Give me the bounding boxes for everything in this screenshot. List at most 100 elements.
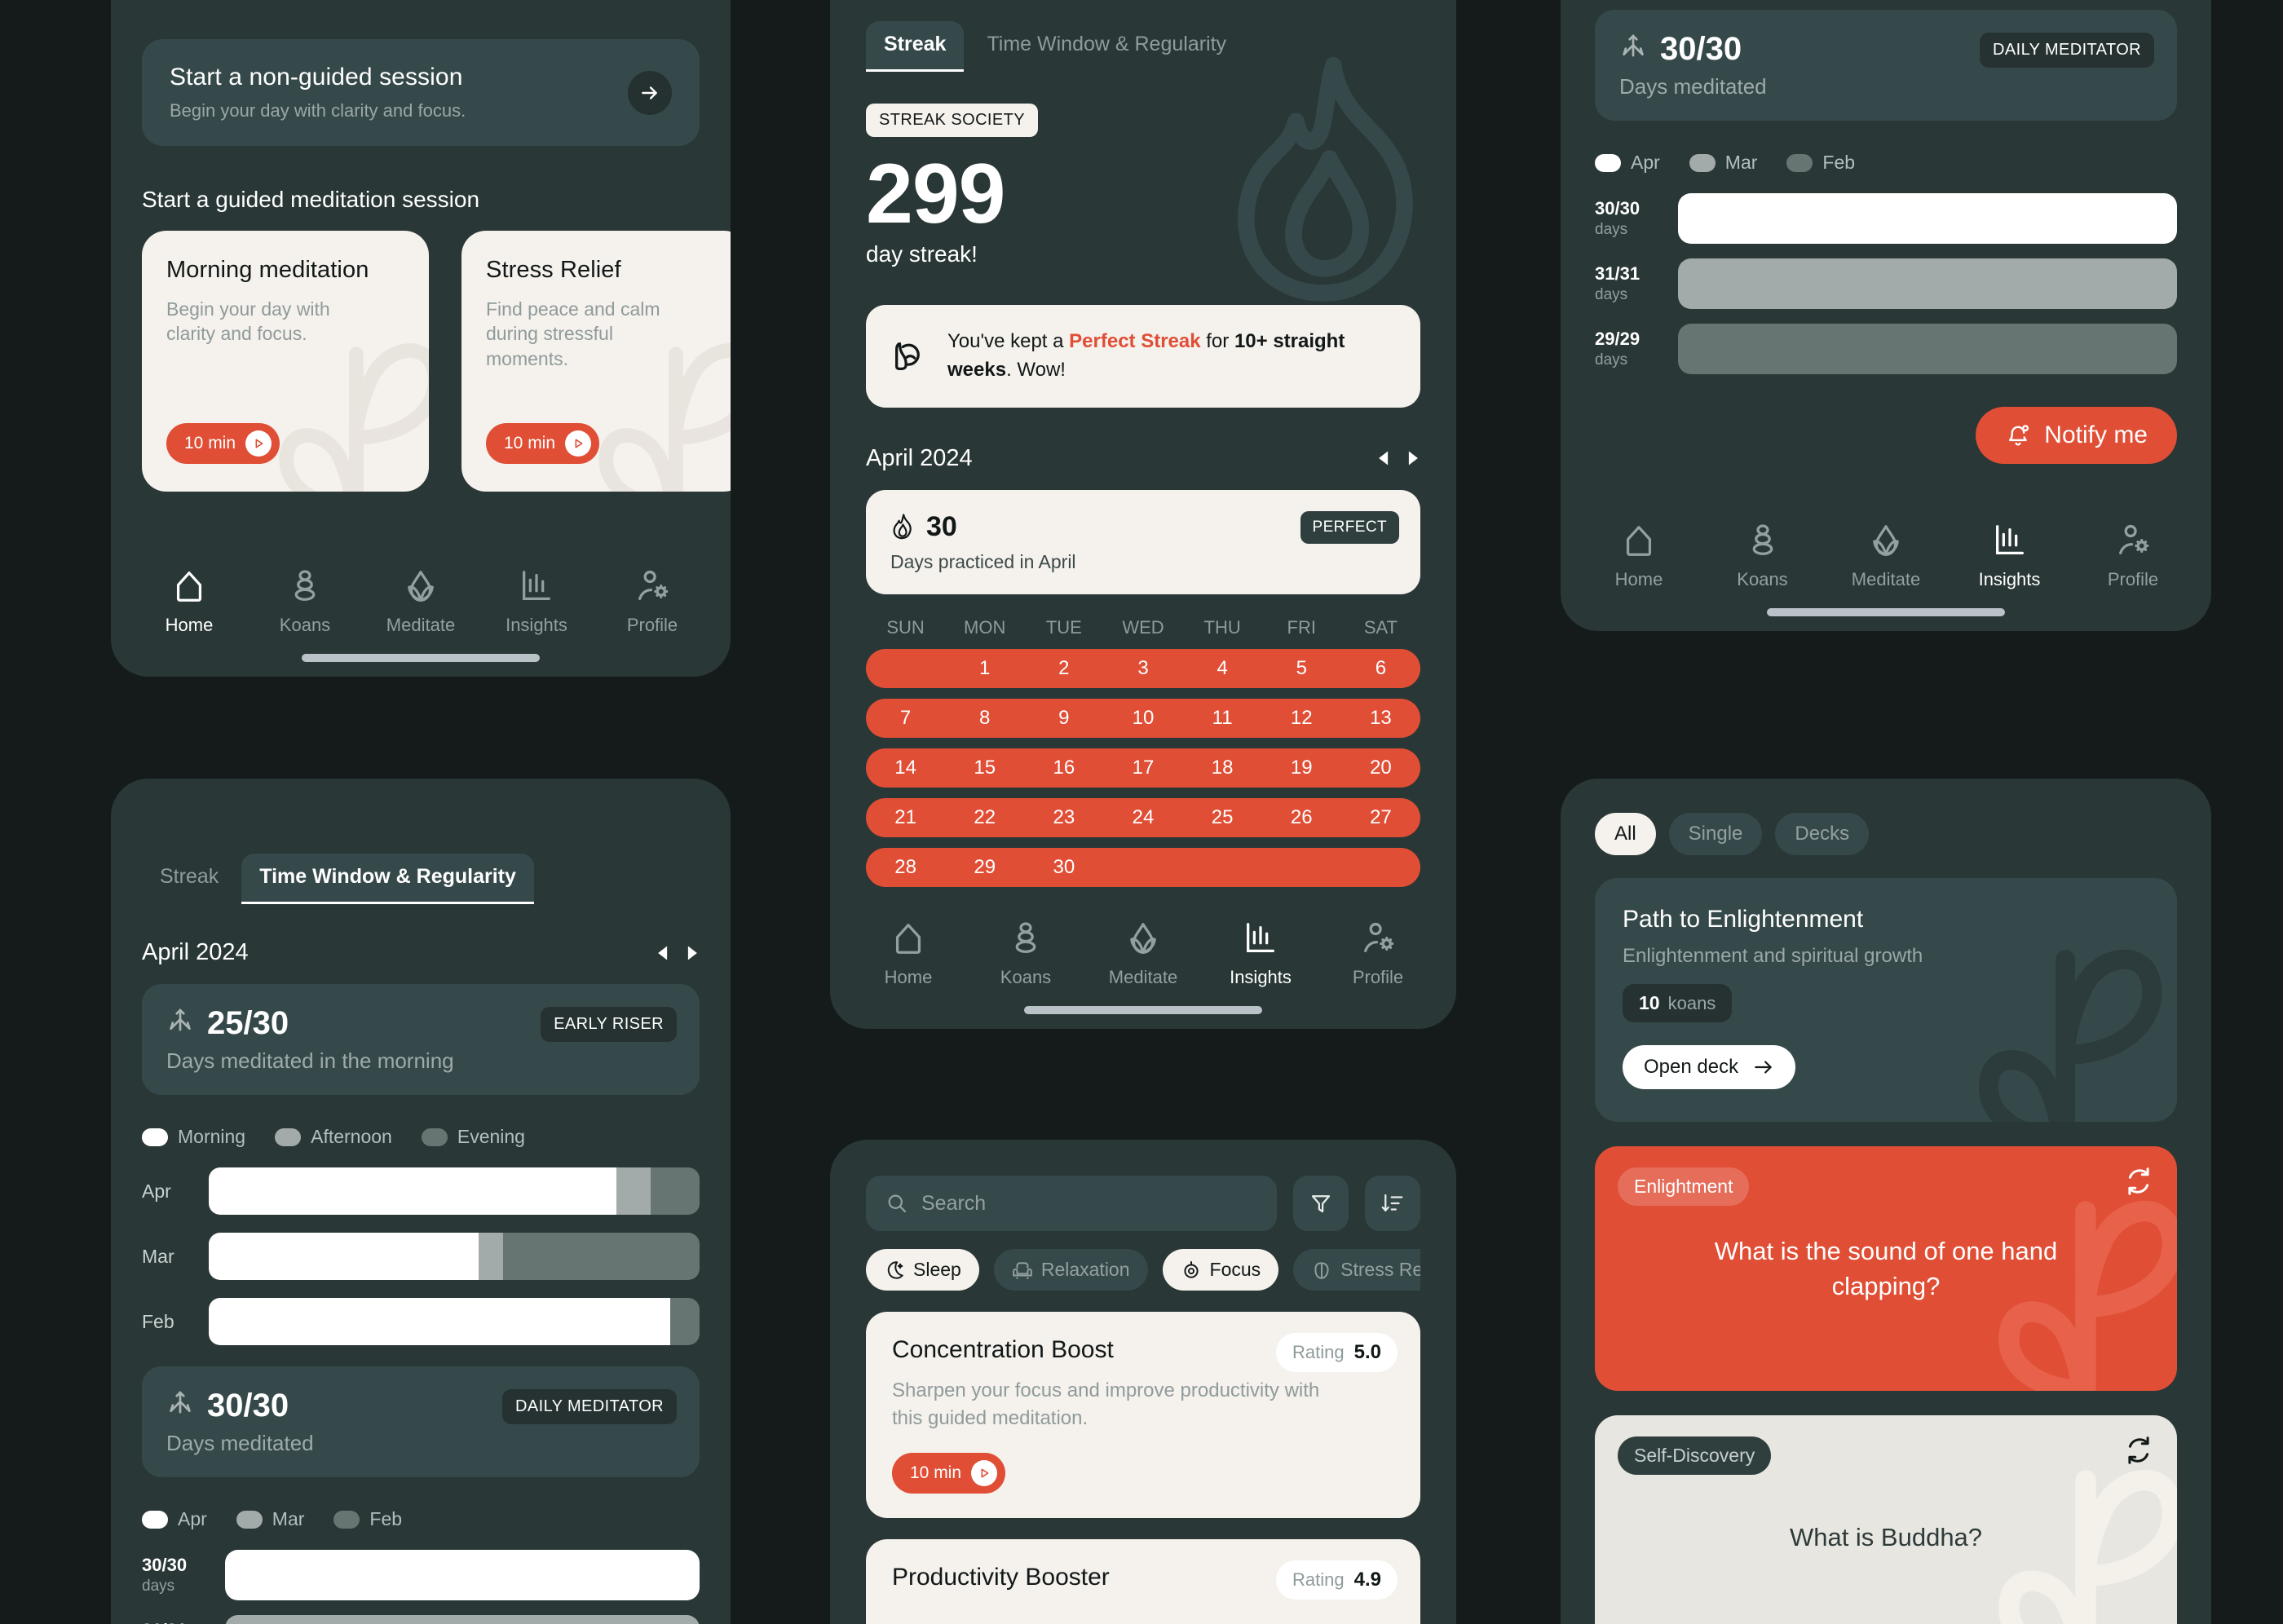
calendar-day[interactable]: 30 — [1024, 856, 1103, 879]
tab-time-window[interactable]: Time Window & Regularity — [969, 21, 1244, 69]
chip-stress-relief[interactable]: Stress Re — [1293, 1249, 1420, 1291]
chevron-left-icon[interactable] — [656, 944, 669, 962]
calendar-day[interactable]: 25 — [1183, 806, 1262, 829]
meditation-list-item[interactable]: Concentration Boost Rating 5.0 Sharpen y… — [866, 1312, 1420, 1519]
tab-streak[interactable]: Streak — [866, 21, 965, 69]
calendar-day[interactable]: 29 — [945, 856, 1024, 879]
calendar-day[interactable]: 15 — [945, 757, 1024, 779]
koan-card-self-discovery[interactable]: Self-Discovery What is Buddha? — [1595, 1415, 2177, 1624]
nav-item-meditate[interactable]: Meditate — [1837, 522, 1935, 590]
bar-track — [225, 1550, 700, 1600]
deck-card[interactable]: Path to Enlightenment Enlightenment and … — [1595, 878, 2177, 1122]
nav-item-profile[interactable]: Profile — [1329, 920, 1427, 988]
calendar-day[interactable]: 21 — [866, 806, 945, 829]
open-deck-button[interactable]: Open deck — [1623, 1045, 1796, 1089]
nav-item-insights[interactable]: Insights — [1212, 920, 1309, 988]
screenshot-stage: Start a non-guided session Begin your da… — [0, 0, 2283, 1624]
profile-gear-icon — [2119, 524, 2149, 554]
streak-content: Streak Time Window & Regularity STREAK S… — [830, 0, 1456, 887]
nav-item-home[interactable]: Home — [859, 920, 957, 988]
play-icon[interactable] — [971, 1460, 998, 1487]
meditation-list-item[interactable]: Productivity Booster Rating 4.9 — [866, 1539, 1420, 1624]
legend-item-feb[interactable]: Feb — [1786, 152, 1855, 174]
calendar-day[interactable]: 16 — [1024, 757, 1103, 779]
play-icon[interactable] — [565, 430, 592, 457]
guided-card-morning[interactable]: Morning meditation Begin your day with c… — [142, 231, 429, 492]
nav-item-meditate[interactable]: Meditate — [1094, 920, 1192, 988]
filter-button[interactable] — [1293, 1176, 1349, 1231]
calendar-day[interactable]: 28 — [866, 856, 945, 879]
non-guided-session-card[interactable]: Start a non-guided session Begin your da… — [142, 39, 700, 146]
search-input[interactable]: Search — [866, 1176, 1277, 1231]
calendar-day[interactable]: 7 — [866, 707, 945, 730]
chevron-left-icon[interactable] — [1376, 449, 1389, 467]
calendar-day[interactable]: 11 — [1183, 707, 1262, 730]
chip-single[interactable]: Single — [1668, 813, 1763, 855]
legend-item-morning[interactable]: Morning — [142, 1126, 245, 1148]
legend-item-mar[interactable]: Mar — [236, 1508, 304, 1530]
calendar-day[interactable]: 1 — [945, 657, 1024, 680]
chip-all[interactable]: All — [1595, 813, 1656, 855]
calendar-day[interactable]: 8 — [945, 707, 1024, 730]
calendar-day[interactable]: 9 — [1024, 707, 1103, 730]
calendar-day[interactable]: 12 — [1262, 707, 1341, 730]
nav-item-profile[interactable]: Profile — [2084, 522, 2182, 590]
calendar-day[interactable]: 6 — [1341, 657, 1420, 680]
legend-item-apr[interactable]: Apr — [1595, 152, 1660, 174]
arrow-right-icon[interactable] — [628, 70, 672, 115]
calendar-day[interactable]: 3 — [1103, 657, 1182, 680]
tab-time-window[interactable]: Time Window & Regularity — [241, 854, 534, 902]
koan-card-enlightment[interactable]: Enlightment What is the sound of one han… — [1595, 1146, 2177, 1391]
calendar-day[interactable]: 2 — [1024, 657, 1103, 680]
sort-button[interactable] — [1365, 1176, 1420, 1231]
nav-item-koans[interactable]: Koans — [977, 920, 1075, 988]
calendar-day[interactable]: 17 — [1103, 757, 1182, 779]
legend-item-apr[interactable]: Apr — [142, 1508, 207, 1530]
streak-caption: day streak! — [866, 241, 978, 267]
duration-play-badge[interactable]: 10 min — [166, 423, 280, 464]
chevron-right-icon[interactable] — [687, 944, 700, 962]
rating-badge: Rating 5.0 — [1276, 1333, 1398, 1372]
calendar-day[interactable]: 24 — [1103, 806, 1182, 829]
notify-me-button[interactable]: Notify me — [1976, 407, 2177, 464]
calendar-day[interactable]: 18 — [1183, 757, 1262, 779]
legend-item-afternoon[interactable]: Afternoon — [275, 1126, 392, 1148]
legend-item-feb[interactable]: Feb — [333, 1508, 402, 1530]
calendar-day[interactable]: 4 — [1183, 657, 1262, 680]
nav-item-home[interactable]: Home — [1590, 522, 1688, 590]
calendar-day[interactable]: 20 — [1341, 757, 1420, 779]
tab-streak[interactable]: Streak — [142, 854, 236, 902]
refresh-koan-button[interactable] — [2123, 1166, 2154, 1201]
calendar-month-navs — [1376, 449, 1420, 467]
legend-item-mar[interactable]: Mar — [1689, 152, 1757, 174]
calendar-day[interactable]: 19 — [1262, 757, 1341, 779]
nav-item-koans[interactable]: Koans — [256, 567, 354, 636]
nav-item-meditate[interactable]: Meditate — [372, 567, 470, 636]
nav-item-insights[interactable]: Insights — [488, 567, 585, 636]
chevron-right-icon[interactable] — [1407, 449, 1420, 467]
chip-focus[interactable]: Focus — [1162, 1249, 1279, 1291]
calendar-day[interactable]: 26 — [1262, 806, 1341, 829]
chip-sleep[interactable]: Sleep — [866, 1249, 979, 1291]
legend-item-evening[interactable]: Evening — [421, 1126, 525, 1148]
calendar-day[interactable]: 23 — [1024, 806, 1103, 829]
play-icon[interactable] — [245, 430, 272, 457]
calendar-day[interactable]: 10 — [1103, 707, 1182, 730]
guided-card-stress[interactable]: Stress Relief Find peace and calm during… — [461, 231, 731, 492]
calendar-day[interactable]: 13 — [1341, 707, 1420, 730]
duration-play-badge[interactable]: 10 min — [486, 423, 600, 464]
refresh-koan-button[interactable] — [2123, 1435, 2154, 1470]
bar-row-feb: 29/29 days — [1595, 324, 2177, 374]
calendar-day[interactable]: 22 — [945, 806, 1024, 829]
calendar-day[interactable]: 14 — [866, 757, 945, 779]
bar-row-mar: 31/31 days — [1595, 258, 2177, 309]
nav-item-insights[interactable]: Insights — [1961, 522, 2059, 590]
nav-item-koans[interactable]: Koans — [1714, 522, 1812, 590]
duration-play-badge[interactable]: 10 min — [892, 1453, 1006, 1494]
calendar-day[interactable]: 27 — [1341, 806, 1420, 829]
calendar-day[interactable]: 5 — [1262, 657, 1341, 680]
nav-item-profile[interactable]: Profile — [603, 567, 701, 636]
chip-decks[interactable]: Decks — [1775, 813, 1870, 855]
nav-item-home[interactable]: Home — [140, 567, 238, 636]
chip-relaxation[interactable]: Relaxation — [993, 1249, 1148, 1291]
